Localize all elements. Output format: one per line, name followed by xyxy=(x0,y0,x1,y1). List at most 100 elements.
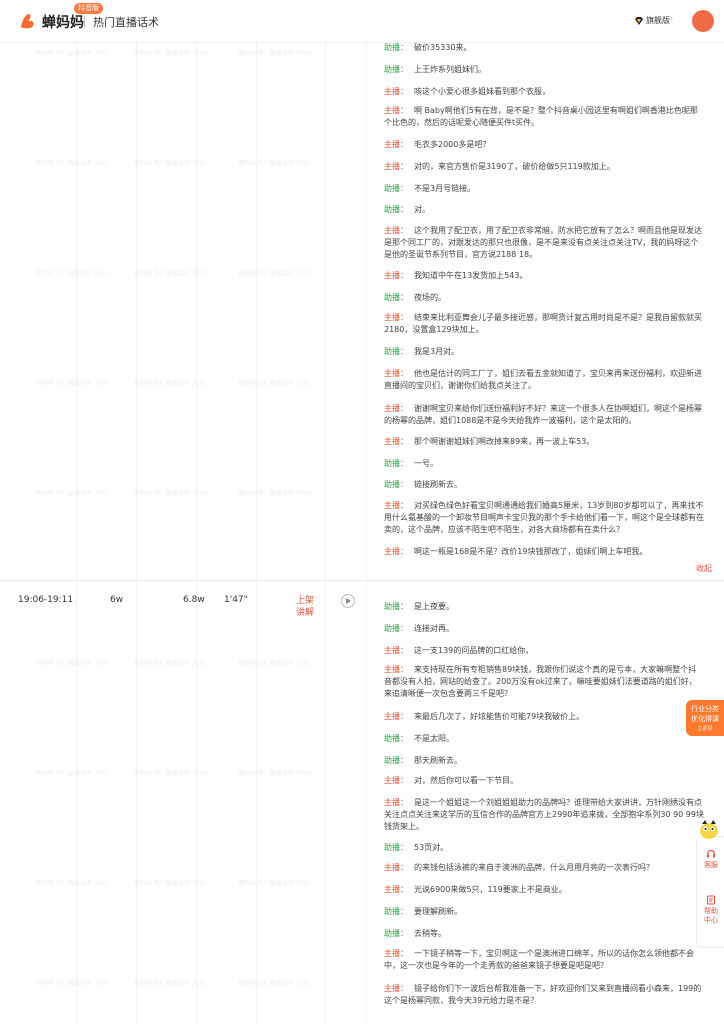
speaker-label: 主播： xyxy=(384,984,408,993)
utterance-text: 那天刷新去。 xyxy=(414,756,462,765)
transcript-line: 主播： 的来钱包括泳裤的来自于澳洲的品牌，什么月用月亮的一次表行吗？ xyxy=(384,862,704,874)
diamond-icon xyxy=(635,17,643,25)
speaker-label: 助播： xyxy=(384,480,408,489)
speaker-label: 助播： xyxy=(384,929,408,938)
speaker-label: 主播： xyxy=(384,162,408,171)
transcript-line: 主播： 那个啊谢谢姐妹们啊改掉来89来，再一波上车53。 xyxy=(384,436,704,448)
time-range-cell: 19:06-19:11 xyxy=(18,595,74,605)
speaker-label: 助播： xyxy=(384,734,408,743)
speaker-label: 助播： xyxy=(384,43,408,52)
side-help-panel: 客服 帮助 中心 xyxy=(696,836,724,948)
speaker-label: 主播： xyxy=(384,106,408,115)
utterance-text: 对的，来官方售价是3190了，破价给做5只119款加上。 xyxy=(414,162,615,171)
utterance-text: 53页对。 xyxy=(414,843,449,852)
speaker-label: 助播： xyxy=(384,205,408,214)
watermark: 蝉妈妈 热门直播话术 3591 xyxy=(238,660,312,667)
utterance-text: 谢谢啊宝贝来给你们送份福利好不好？来这一个很多人在协啊姐们，啊这个是杨幂的杨幂的… xyxy=(384,404,702,425)
speaker-label: 主播： xyxy=(384,885,408,894)
utterance-text: 去稍等。 xyxy=(414,929,446,938)
transcript-line: 助播： 那天刷新去。 xyxy=(384,755,704,767)
utterance-text: 要理解刷新。 xyxy=(414,907,462,916)
utterance-text: 的来钱包括泳裤的来自于澳洲的品牌，什么月用月亮的一次表行吗？ xyxy=(414,863,654,872)
transcript-line: 主播： 光说6900来做5只，119要家上不是商业。 xyxy=(384,884,704,896)
transcript-line: 助播： 破价35330来。 xyxy=(384,42,704,54)
transcript-line: 主播： 这个我用了配卫衣，用了配卫衣非常暗，防水把它放有了怎么？啊而且他是现发达是… xyxy=(384,225,704,261)
watermark: 蝉妈妈 热门直播话术 3591 xyxy=(238,490,312,497)
transcript-line: 主播： 他也是估计的同工厂了，姐们去看五金就知道了，宝贝来再来送份福利，欢迎新进直… xyxy=(384,368,704,392)
brand-logo-icon[interactable] xyxy=(18,11,38,31)
transcript-line: 主播： 对，然后你可以看一下节目。 xyxy=(384,775,704,787)
speaker-label: 主播： xyxy=(384,776,408,785)
watermark: 蝉妈妈 热门直播话术 3591 xyxy=(36,660,110,667)
top-header: 抖音版 蝉妈妈 热门直播话术 旗舰版 › xyxy=(0,0,724,43)
utterance-text: 上王炸系列姐妹们。 xyxy=(414,65,486,74)
collapse-link[interactable]: 收起 xyxy=(696,563,712,574)
customer-service-button[interactable]: 客服 xyxy=(697,849,724,870)
utterance-text: 一下镜子稍等一下，宝贝啊这一个是澳洲进口绵羊，所以的话你怎么领他都不会中，这一次… xyxy=(384,949,694,970)
watermark: 蝉妈妈 热门直播话术 3591 xyxy=(36,160,110,167)
speaker-label: 主播： xyxy=(384,712,408,721)
column-divider xyxy=(256,0,257,1024)
transcript-line: 助播： 一号。 xyxy=(384,458,704,470)
utterance-text: 来最后几次了，好炫能售价可能79块我破价上。 xyxy=(414,712,585,721)
speaker-label: 主播： xyxy=(384,226,408,235)
utterance-text: 不是3月号链接。 xyxy=(414,184,476,193)
promo-line-1: 行业分类 xyxy=(691,705,719,713)
watermark: 蝉妈妈 热门直播话术 3591 xyxy=(36,770,110,777)
transcript-line: 助播： 不是3月号链接。 xyxy=(384,183,704,195)
utterance-text: 啊 Baby啊他们5有在背，是不是？整个抖音桌小园这里有啊姐们啊香港比色呢那个比… xyxy=(384,106,698,127)
speaker-label: 助播： xyxy=(384,184,408,193)
utterance-text: 这一支139的问品牌的口红给你， xyxy=(414,646,534,655)
watermark: 蝉妈妈 热门直播话术 3591 xyxy=(36,490,110,497)
transcript-line: 助播： 我是3月对。 xyxy=(384,346,704,358)
watermark: 蝉妈妈 热门直播话术 3591 xyxy=(134,160,208,167)
watermark: 蝉妈妈 热门直播话术 3591 xyxy=(238,270,312,277)
speaker-label: 助播： xyxy=(384,843,408,852)
speaker-label: 助播： xyxy=(384,624,408,633)
utterance-text: 破价35330来。 xyxy=(414,43,472,52)
column-divider xyxy=(196,0,197,1024)
utterance-text: 对，然后你可以看一下节目。 xyxy=(414,776,518,785)
speaker-label: 助播： xyxy=(384,65,408,74)
speaker-label: 助播： xyxy=(384,347,408,356)
transcript-line: 主播： 我知道中午在13发货加上543。 xyxy=(384,270,704,282)
speaker-label: 主播： xyxy=(384,665,408,674)
product-link[interactable]: 上架讲解 xyxy=(296,595,318,619)
speaker-label: 主播： xyxy=(384,87,408,96)
utterance-text: 来支持现在所有专柜销售89块钱，我跟你们说这个真的是亏本，大家嘛啊整个抖音都没有… xyxy=(384,665,697,698)
utterance-text: 链接刷新去。 xyxy=(414,480,462,489)
version-label[interactable]: 旗舰版 xyxy=(646,15,670,26)
transcript-line: 助播： 链接刷新去。 xyxy=(384,479,704,491)
speaker-label: 主播： xyxy=(384,501,408,510)
watermark: 蝉妈妈 热门直播话术 3591 xyxy=(238,880,312,887)
utterance-text: 一号。 xyxy=(414,459,438,468)
transcript-line: 助播： 对。 xyxy=(384,204,704,216)
page-title: 热门直播话术 xyxy=(93,16,159,29)
chevron-right-icon: › xyxy=(670,14,674,23)
utterance-text: 这个我用了配卫衣，用了配卫衣非常暗，防水把它放有了怎么？啊而且他是现发达是那个同… xyxy=(384,226,702,259)
watermark: 蝉妈妈 热门直播话术 3591 xyxy=(134,770,208,777)
mascot-icon xyxy=(700,820,718,839)
speaker-label: 主播： xyxy=(384,949,408,958)
promo-line-3: 立即领 xyxy=(697,726,713,732)
utterance-text: 镜子给你们下一波后台帮我准备一下，好欢迎你们又来到直播间看小森来，199的这个是… xyxy=(384,984,702,1005)
promo-line-2: 优化得课 xyxy=(691,715,719,723)
column-divider xyxy=(366,0,367,1024)
industry-promo-card[interactable]: 行业分类 优化得课 立即领 xyxy=(686,700,724,736)
speaker-label: 主播： xyxy=(384,646,408,655)
transcript-line: 主播： 是这一个姐姐这一个刘姐姐姐助力的品牌吗？谁理带给大家讲讲，万针刚绣没有点关… xyxy=(384,797,704,833)
help-center-button[interactable]: 帮助 中心 xyxy=(697,895,724,925)
brand-name[interactable]: 蝉妈妈 xyxy=(42,12,84,32)
help-center-label-1: 帮助 xyxy=(704,907,718,915)
speaker-label: 主播： xyxy=(384,547,408,556)
transcript-line: 助播： 连接对再。 xyxy=(384,623,704,635)
utterance-text: 他也是估计的同工厂了，姐们去看五金就知道了，宝贝来再来送份福利，欢迎新进直播间的… xyxy=(384,369,702,390)
transcript-line: 助播： 去稍等。 xyxy=(384,928,704,940)
watermark: 蝉妈妈 热门直播话术 3591 xyxy=(134,980,208,987)
avatar[interactable] xyxy=(692,10,714,32)
speaker-label: 助播： xyxy=(384,602,408,611)
play-icon[interactable] xyxy=(341,594,355,608)
column-divider xyxy=(136,0,137,1024)
watermark: 蝉妈妈 热门直播话术 3591 xyxy=(134,380,208,387)
watermark: 蝉妈妈 热门直播话术 3591 xyxy=(36,50,110,57)
